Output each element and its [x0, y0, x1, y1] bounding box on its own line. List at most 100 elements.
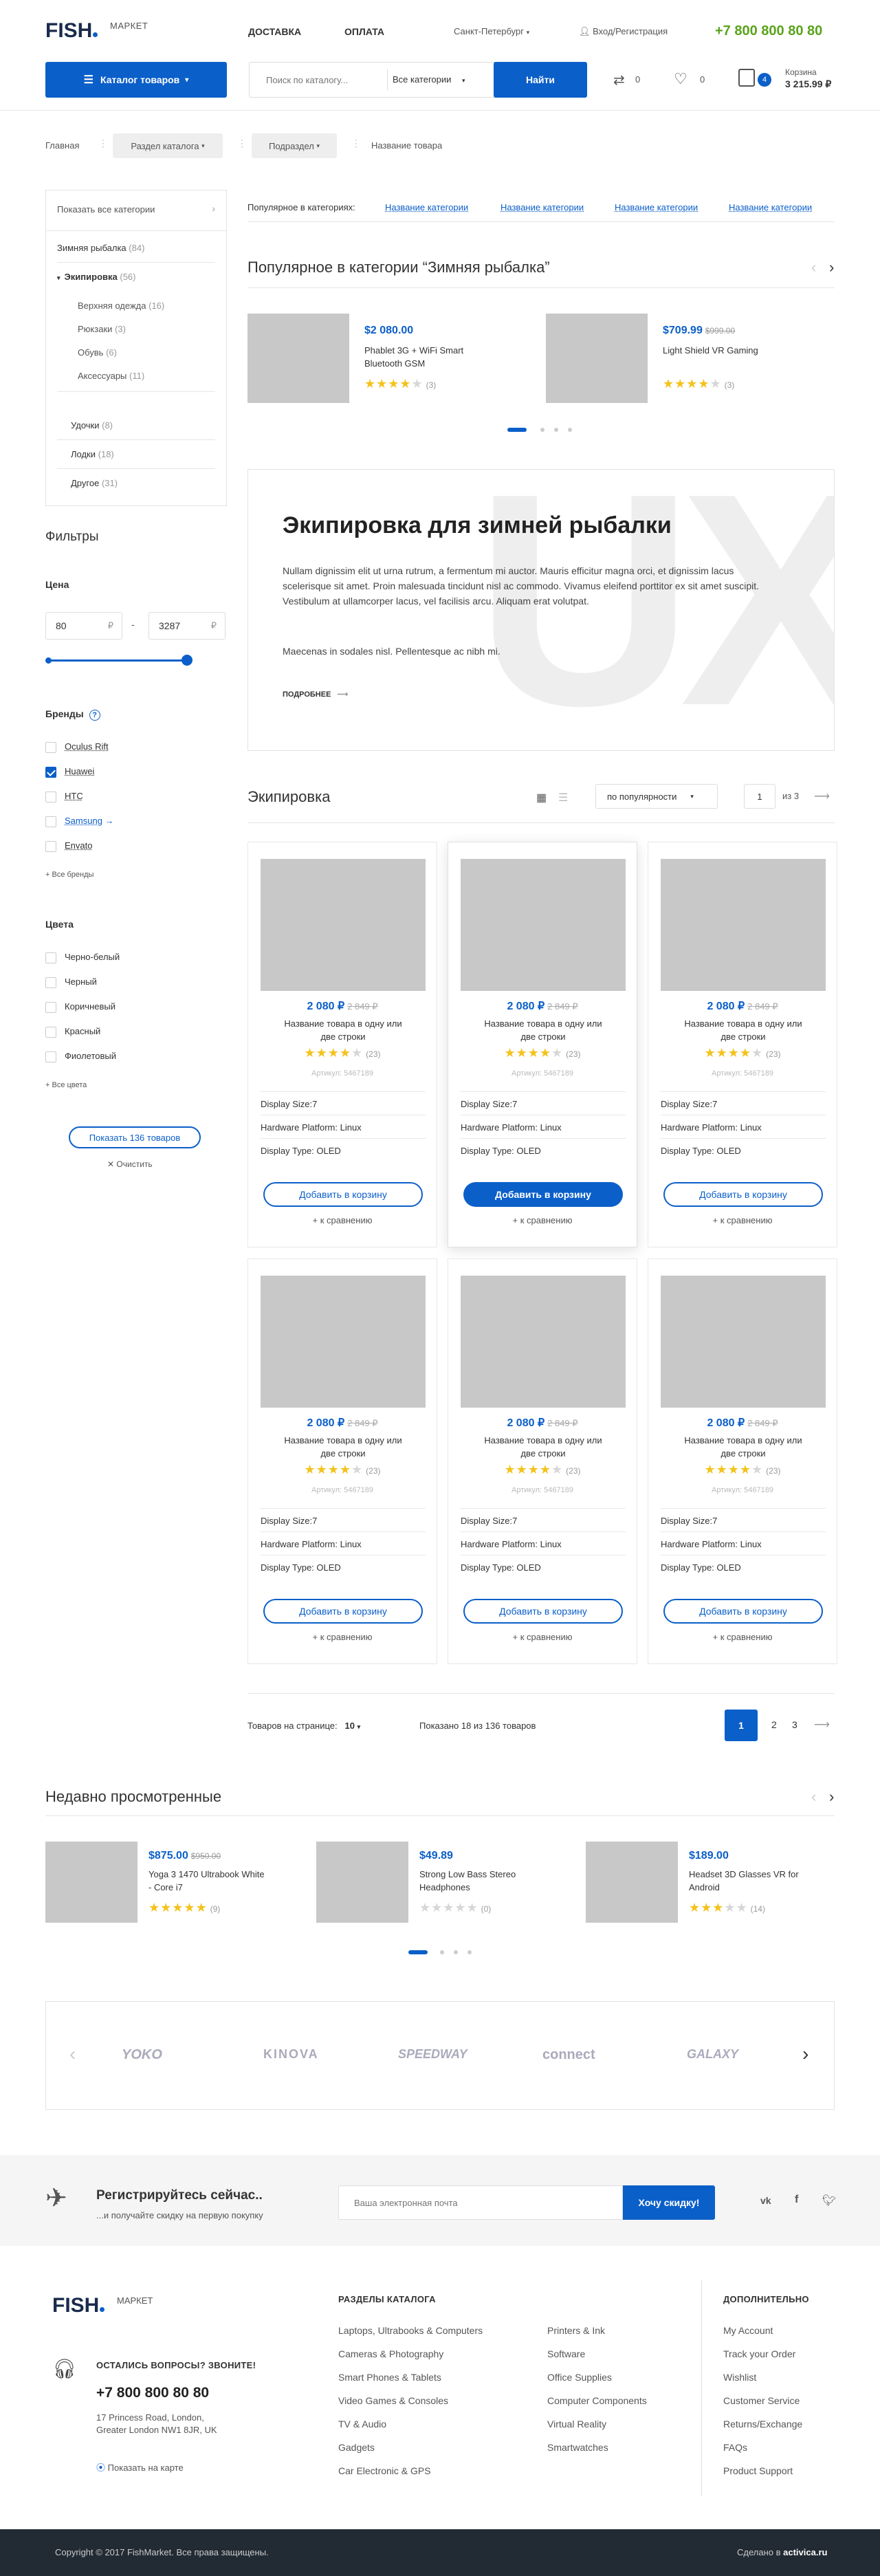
popular-category-link[interactable]: Название категории	[500, 202, 584, 212]
vk-icon[interactable]: vk	[760, 2195, 771, 2206]
carousel-dot[interactable]	[468, 1950, 472, 1954]
product-card[interactable]: 2 080 ₽2 849 ₽ Название товара в одну или…	[648, 842, 837, 1247]
popular-category-link[interactable]: Название категории	[615, 202, 698, 212]
chevron-right-icon[interactable]: ›	[829, 259, 834, 276]
product-name[interactable]: Название товара в одну или две строки	[276, 1017, 410, 1043]
category-shoes[interactable]: Обувь (6)	[78, 347, 117, 358]
category-outerwear[interactable]: Верхняя одежда (16)	[78, 301, 164, 311]
category-backpacks[interactable]: Рюкзаки (3)	[78, 324, 126, 334]
carousel-dot[interactable]	[568, 428, 572, 432]
footer-link[interactable]: Office Supplies	[547, 2366, 647, 2389]
add-to-compare-link[interactable]: + к сравнению	[248, 1632, 437, 1642]
brands-more-link[interactable]: + Все бренды	[45, 871, 94, 879]
checkbox[interactable]	[45, 1001, 56, 1013]
footer-link[interactable]: Track your Order	[723, 2342, 802, 2366]
clear-filters[interactable]: ✕ Очистить	[107, 1159, 153, 1169]
footer-link[interactable]: Computer Components	[547, 2389, 647, 2412]
product-image[interactable]	[261, 859, 426, 991]
list-view-icon[interactable]: ☰	[558, 791, 568, 805]
add-to-compare-link[interactable]: + к сравнению	[248, 1215, 437, 1225]
product-image[interactable]	[586, 1842, 678, 1923]
category-rods[interactable]: Удочки (8)	[71, 420, 113, 430]
checkbox-checked[interactable]	[45, 766, 56, 778]
brand-samsung[interactable]: Samsung →	[45, 816, 114, 827]
brand-logo[interactable]: GALAXY	[687, 2047, 738, 2062]
brand-logo[interactable]: connect	[542, 2047, 595, 2063]
footer-link[interactable]: Gadgets	[338, 2436, 483, 2459]
chevron-right-icon[interactable]: ›	[829, 1788, 834, 1806]
checkbox[interactable]	[45, 1026, 56, 1038]
nav-delivery[interactable]: ДОСТАВКА	[248, 26, 301, 37]
breadcrumb-subsection[interactable]: Подраздел ▾	[252, 133, 337, 158]
show-products-button[interactable]: Показать 136 товаров	[69, 1126, 201, 1148]
search-button[interactable]: Найти	[494, 62, 587, 98]
popular-category-link[interactable]: Название категории	[729, 202, 812, 212]
footer-link[interactable]: Car Electronic & GPS	[338, 2459, 483, 2482]
arrow-right-icon[interactable]: ⟶	[814, 789, 830, 803]
footer-link[interactable]: Returns/Exchange	[723, 2412, 802, 2436]
product-card[interactable]: 2 080 ₽2 849 ₽ Название товара в одну или…	[448, 1258, 637, 1664]
product-name[interactable]: Light Shield VR Gaming	[663, 344, 786, 357]
grid-view-icon[interactable]: ▦	[536, 791, 547, 805]
product-name[interactable]: Название товара в одну или две строки	[476, 1017, 610, 1043]
category-equipment[interactable]: ▾ Экипировка (56)	[57, 272, 135, 282]
color-black-white[interactable]: Черно-белый	[45, 952, 120, 963]
footer-link[interactable]: Software	[547, 2342, 647, 2366]
product-card[interactable]: 2 080 ₽2 849 ₽ Название товара в одну или…	[248, 842, 437, 1247]
product-card[interactable]: 2 080 ₽2 849 ₽ Название товара в одну или…	[648, 1258, 837, 1664]
carousel-dot-active[interactable]	[408, 1950, 428, 1954]
cart-icon[interactable]	[738, 69, 755, 87]
city-select[interactable]: Санкт-Петербург ▾	[454, 26, 529, 36]
footer-link[interactable]: Smart Phones & Tablets	[338, 2366, 483, 2389]
color-red[interactable]: Красный	[45, 1026, 100, 1038]
catalog-button[interactable]: ☰ Каталог товаров ▾	[45, 62, 227, 98]
product-image[interactable]	[661, 1276, 826, 1408]
product-name[interactable]: Phablet 3G + WiFi Smart Bluetooth GSM	[364, 344, 488, 370]
add-to-cart-button[interactable]: Добавить в корзину	[263, 1599, 423, 1624]
show-all-categories[interactable]: Показать все категории	[57, 204, 155, 215]
product-name[interactable]: Yoga 3 1470 Ultrabook White - Core i7	[148, 1868, 265, 1894]
footer-link[interactable]: Customer Service	[723, 2389, 802, 2412]
checkbox[interactable]	[45, 791, 56, 803]
product-name[interactable]: Название товара в одну или две строки	[676, 1017, 811, 1043]
footer-phone[interactable]: +7 800 800 80 80	[96, 2385, 209, 2401]
brand-envato[interactable]: Envato	[45, 840, 92, 852]
per-page-select[interactable]: 10 ▾	[345, 1721, 361, 1731]
product-name[interactable]: Strong Low Bass Stereo Headphones	[419, 1868, 536, 1894]
compare-icon[interactable]: ⇄	[613, 72, 625, 89]
chevron-right-icon[interactable]: ›	[802, 2043, 808, 2065]
carousel-dot[interactable]	[440, 1950, 444, 1954]
add-to-compare-link[interactable]: + к сравнению	[648, 1215, 837, 1225]
promo-more-link[interactable]: ПОДРОБНЕЕ ⟶	[283, 690, 348, 699]
login-link[interactable]: 👤︎ Вход/Регистрация	[579, 26, 668, 37]
footer-link[interactable]: Wishlist	[723, 2366, 802, 2389]
colors-more-link[interactable]: + Все цвета	[45, 1081, 87, 1089]
page-1[interactable]: 1	[725, 1710, 758, 1741]
footer-link[interactable]: My Account	[723, 2319, 802, 2342]
logo[interactable]: FISH	[45, 19, 98, 43]
color-black[interactable]: Черный	[45, 976, 97, 988]
add-to-cart-button[interactable]: Добавить в корзину	[463, 1182, 623, 1207]
product-image[interactable]	[45, 1842, 138, 1923]
category-winter-fishing[interactable]: Зимняя рыбалка (84)	[57, 243, 144, 253]
product-image[interactable]	[248, 314, 349, 403]
color-purple[interactable]: Фиолетовый	[45, 1051, 116, 1062]
add-to-compare-link[interactable]: + к сравнению	[448, 1632, 637, 1642]
brand-huawei[interactable]: Huawei	[45, 766, 94, 778]
cart-sum[interactable]: 3 215.99 ₽	[785, 78, 831, 90]
brand-logo[interactable]: SPEEDWAY	[398, 2047, 468, 2062]
product-image[interactable]	[461, 1276, 626, 1408]
category-other[interactable]: Другое (31)	[71, 478, 118, 488]
page-3[interactable]: 3	[792, 1719, 798, 1730]
brand-htc[interactable]: HTC	[45, 791, 83, 803]
footer-link[interactable]: Cameras & Photography	[338, 2342, 483, 2366]
carousel-dot[interactable]	[540, 428, 544, 432]
brand-logo[interactable]: YOKO	[122, 2047, 162, 2063]
search-input[interactable]	[250, 63, 387, 97]
footer-link[interactable]: Smartwatches	[547, 2436, 647, 2459]
add-to-compare-link[interactable]: + к сравнению	[648, 1632, 837, 1642]
email-input[interactable]	[338, 2185, 623, 2220]
footer-link[interactable]: Printers & Ink	[547, 2319, 647, 2342]
footer-link[interactable]: Product Support	[723, 2459, 802, 2482]
price-slider-max-handle[interactable]	[182, 655, 192, 666]
